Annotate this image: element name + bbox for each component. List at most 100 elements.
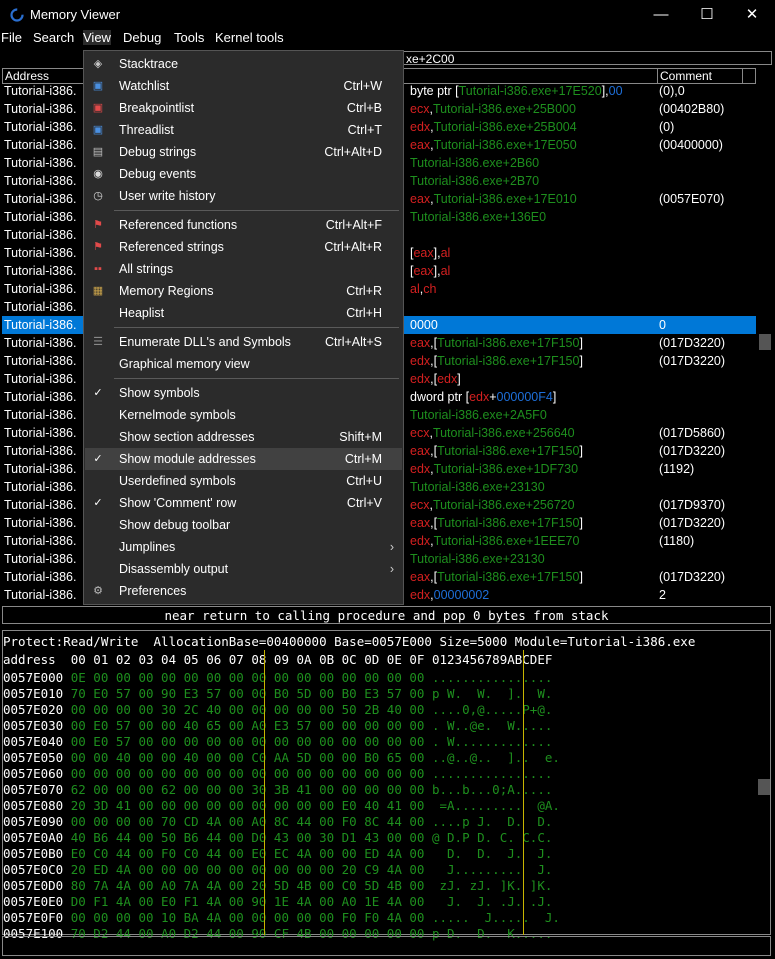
title-bar: Memory Viewer — ☐ ✕: [0, 0, 775, 30]
menu-item-debug-strings[interactable]: ▤ Debug strings Ctrl+Alt+D: [85, 141, 402, 163]
hex-row[interactable]: 0057E0B0 E0 C0 44 00 F0 C0 44 00 E0 EC 4…: [3, 846, 552, 862]
menu-item-graphical-memory-view[interactable]: Graphical memory view: [85, 353, 402, 375]
hex-row[interactable]: 0057E0C0 20 ED 4A 00 00 00 00 00 00 00 0…: [3, 862, 552, 878]
menu-item-label: All strings: [119, 262, 174, 276]
row-comment: (017D3220): [659, 516, 726, 530]
operand-token: al: [440, 264, 451, 278]
menu-debug[interactable]: Debug: [123, 30, 161, 45]
cheat-engine-icon: [10, 8, 24, 22]
maximize-button[interactable]: ☐: [684, 0, 730, 30]
hex-row[interactable]: 0057E080 20 3D 41 00 00 00 00 00 00 00 0…: [3, 798, 560, 814]
row-address: Tutorial-i386.: [4, 228, 77, 242]
close-button[interactable]: ✕: [729, 0, 775, 30]
operand-token: edx: [410, 372, 431, 386]
menu-item-user-write-history[interactable]: ◷ User write history: [85, 185, 402, 207]
history-icon: ◷: [93, 190, 103, 202]
operand-token: ]: [579, 570, 583, 584]
menu-item-breakpointlist[interactable]: ▣ Breakpointlist Ctrl+B: [85, 97, 402, 119]
menu-item-show-symbols[interactable]: ✓ Show symbols: [85, 382, 402, 404]
scrollbar-thumb[interactable]: [759, 334, 771, 350]
operand-token: Tutorial-i386.exe+1EEE70: [433, 534, 580, 548]
hex-row[interactable]: 0057E090 00 00 00 00 70 CD 4A 00 A0 8C 4…: [3, 814, 552, 830]
hex-row-address: 0057E0A0: [3, 830, 71, 845]
menu-item-label: Enumerate DLL's and Symbols: [119, 335, 291, 349]
operand-token: ch: [423, 282, 437, 296]
menu-item-userdefined-symbols[interactable]: Userdefined symbols Ctrl+U: [85, 470, 402, 492]
menu-item-label: Debug events: [119, 167, 197, 181]
menu-tools[interactable]: Tools: [174, 30, 204, 45]
row-address: Tutorial-i386.: [4, 318, 77, 332]
row-instruction: Tutorial-i386.exe+2A5F0: [410, 406, 547, 424]
hex-row-address: 0057E090: [3, 814, 71, 829]
operand-token: ecx: [410, 498, 430, 512]
menu-item-show-debug-toolbar[interactable]: Show debug toolbar: [85, 514, 402, 536]
hex-row[interactable]: 0057E050 00 00 40 00 00 40 00 00 C0 AA 5…: [3, 750, 560, 766]
hex-row[interactable]: 0057E0D0 80 7A 4A 00 A0 7A 4A 00 20 5D 4…: [3, 878, 552, 894]
operand-token: Tutorial-i386.exe+17F150: [437, 354, 580, 368]
row-instruction: byte ptr [Tutorial-i386.exe+17E520],00: [410, 82, 623, 100]
disassembler-scrollbar[interactable]: [757, 84, 773, 604]
hex-row[interactable]: 0057E060 00 00 00 00 00 00 00 00 00 00 0…: [3, 766, 552, 782]
hex-row[interactable]: 0057E070 62 00 00 00 62 00 00 00 30 3B 4…: [3, 782, 552, 798]
menu-item-referenced-functions[interactable]: ⚑ Referenced functions Ctrl+Alt+F: [85, 214, 402, 236]
referenced-functions-icon: ⚑: [93, 219, 103, 231]
window-title: Memory Viewer: [30, 7, 121, 22]
operand-token: 00: [608, 84, 623, 98]
operand-token: ]: [579, 516, 583, 530]
menu-file[interactable]: File: [1, 30, 22, 45]
menu-search[interactable]: Search: [33, 30, 74, 45]
row-address: Tutorial-i386.: [4, 408, 77, 422]
hex-row[interactable]: 0057E040 00 E0 57 00 00 00 00 00 00 00 0…: [3, 734, 552, 750]
menu-item-disassembly-output[interactable]: Disassembly output ›: [85, 558, 402, 580]
hex-row[interactable]: 0057E010 70 E0 57 00 90 E3 57 00 00 B0 5…: [3, 686, 552, 702]
menu-item-label: Referenced functions: [119, 218, 238, 232]
row-instruction: [eax],al: [410, 244, 450, 262]
menu-item-jumplines[interactable]: Jumplines ›: [85, 536, 402, 558]
menu-item-memory-regions[interactable]: ▦ Memory Regions Ctrl+R: [85, 280, 402, 302]
hex-row-bytes: 20 3D 41 00 00 00 00 00 00 00 00 00 E0 4…: [70, 798, 560, 813]
menu-item-show-module-addresses[interactable]: ✓ Show module addresses Ctrl+M: [85, 448, 402, 470]
checkmark-icon: ✓: [93, 497, 103, 509]
menu-item-show-section-addresses[interactable]: Show section addresses Shift+M: [85, 426, 402, 448]
menu-item-debug-events[interactable]: ◉ Debug events: [85, 163, 402, 185]
menu-item-preferences[interactable]: ⚙ Preferences: [85, 580, 402, 602]
menu-item-heaplist[interactable]: Heaplist Ctrl+H: [85, 302, 402, 324]
hex-row-address: 0057E0D0: [3, 878, 71, 893]
menu-item-show-comment-row[interactable]: ✓ Show 'Comment' row Ctrl+V: [85, 492, 402, 514]
operand-token: edx: [410, 120, 431, 134]
menu-item-referenced-strings[interactable]: ⚑ Referenced strings Ctrl+Alt+R: [85, 236, 402, 258]
menu-item-watchlist[interactable]: ▣ Watchlist Ctrl+W: [85, 75, 402, 97]
column-comment[interactable]: Comment: [658, 69, 743, 83]
hex-scrollbar[interactable]: [757, 634, 771, 932]
menu-item-label: Breakpointlist: [119, 101, 195, 115]
hex-row-bytes: 00 00 00 00 00 00 00 00 00 00 00 00 00 0…: [70, 766, 553, 781]
operand-token: Tutorial-i386.exe+17E050: [433, 138, 577, 152]
hex-row[interactable]: 0057E030 00 E0 57 00 00 40 65 00 A0 E3 5…: [3, 718, 552, 734]
minimize-button[interactable]: —: [638, 0, 684, 30]
hex-row[interactable]: 0057E0E0 D0 F1 4A 00 E0 F1 4A 00 90 1E 4…: [3, 894, 552, 910]
row-address: Tutorial-i386.: [4, 480, 77, 494]
menu-item-kernelmode-symbols[interactable]: Kernelmode symbols: [85, 404, 402, 426]
menu-item-enumerate-dll-s-and-symbols[interactable]: ☰ Enumerate DLL's and Symbols Ctrl+Alt+S: [85, 331, 402, 353]
hex-row-address: 0057E070: [3, 782, 71, 797]
hex-row-bytes: 80 7A 4A 00 A0 7A 4A 00 20 5D 4B 00 C0 5…: [70, 878, 553, 893]
operand-token: Tutorial-i386.exe+17F150: [437, 336, 580, 350]
row-address: Tutorial-i386.: [4, 552, 77, 566]
menu-item-stacktrace[interactable]: ◈ Stacktrace: [85, 53, 402, 75]
column-separator: [264, 650, 265, 935]
menu-kernel-tools[interactable]: Kernel tools: [215, 30, 284, 45]
operand-token: Tutorial-i386.exe+136E0: [410, 210, 547, 224]
menu-view[interactable]: View: [83, 30, 111, 45]
scrollbar-thumb[interactable]: [758, 779, 770, 795]
hex-row[interactable]: 0057E020 00 00 00 00 30 2C 40 00 00 00 0…: [3, 702, 552, 718]
operand-token: Tutorial-i386.exe+256720: [432, 498, 575, 512]
hex-row[interactable]: 0057E0A0 40 B6 44 00 50 B6 44 00 D0 43 0…: [3, 830, 552, 846]
hex-row[interactable]: 0057E000 0E 00 00 00 00 00 00 00 00 00 0…: [3, 670, 552, 686]
view-menu-dropdown: ◈ Stacktrace ▣ Watchlist Ctrl+W ▣ Breakpointli…: [83, 50, 404, 605]
menu-item-all-strings[interactable]: ▪▪ All strings: [85, 258, 402, 280]
menu-item-threadlist[interactable]: ▣ Threadlist Ctrl+T: [85, 119, 402, 141]
address-input[interactable]: xe+2C00: [402, 51, 772, 66]
hex-row[interactable]: 0057E0F0 00 00 00 00 10 BA 4A 00 00 00 0…: [3, 910, 560, 926]
row-instruction: eax,[Tutorial-i386.exe+17F150]: [410, 334, 583, 352]
operand-token: ],: [433, 246, 441, 260]
